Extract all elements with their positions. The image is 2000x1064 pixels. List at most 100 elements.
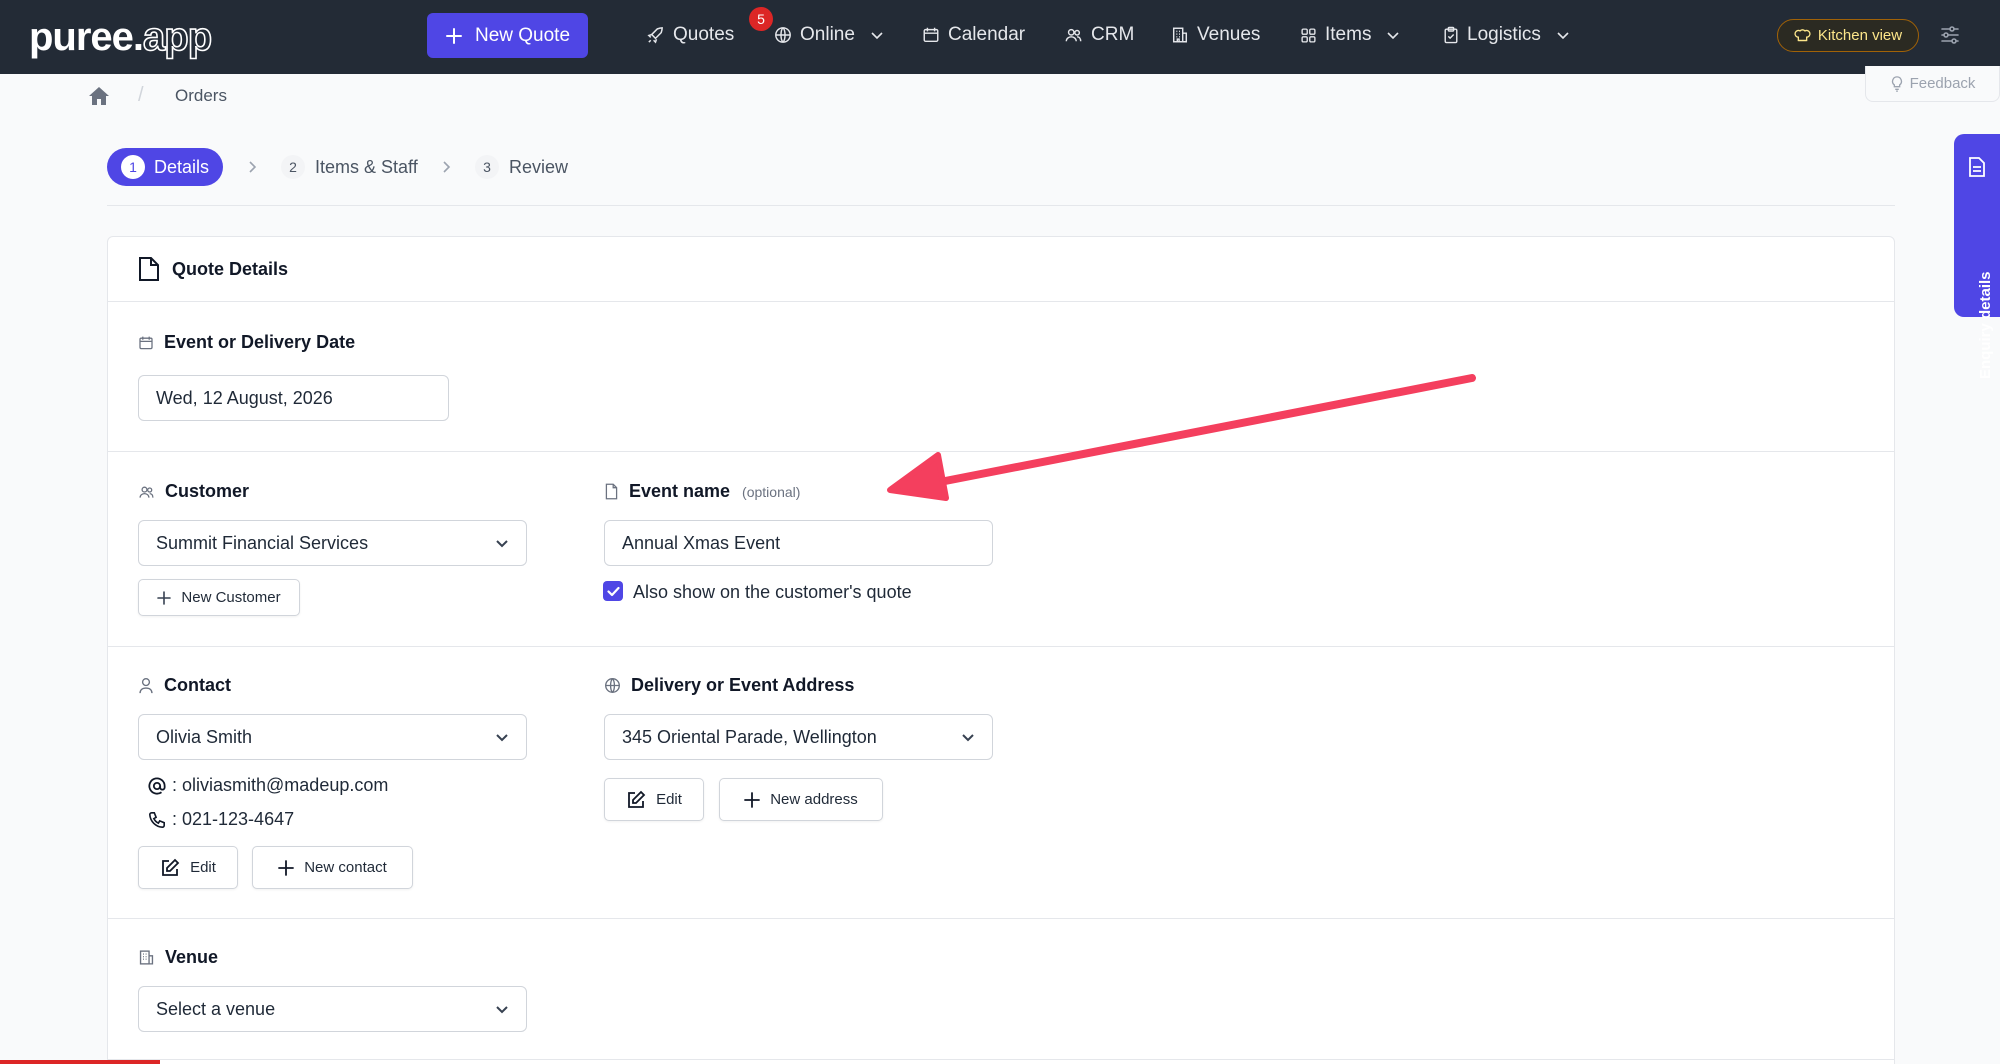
step-number: 1 [121,155,145,179]
new-address-label: New address [770,791,858,808]
chef-hat-icon [1794,29,1811,42]
contact-phone: : 021-123-4647 [148,809,294,830]
building-icon [1172,27,1188,43]
nav-items[interactable]: Items [1300,22,1401,48]
customer-label: Customer [138,481,249,502]
nav-online-label: Online [800,24,855,45]
edit-contact-label: Edit [190,859,216,876]
enquiry-details-tab[interactable]: Enquiry details [1954,134,2000,379]
address-value: 345 Oriental Parade, Wellington [622,726,877,747]
at-sign-icon [148,777,166,795]
document-icon [139,257,159,281]
feedback-button[interactable]: Feedback [1865,66,2000,102]
nav-logistics[interactable]: Logistics [1443,22,1571,48]
plus-icon [744,791,761,808]
nav-calendar[interactable]: Calendar [922,22,1025,48]
checkmark-icon [606,586,620,596]
event-name-label: Event name (optional) [604,481,800,502]
new-quote-button[interactable]: New Quote [427,13,588,58]
file-icon [605,483,618,500]
nav-crm[interactable]: CRM [1064,22,1134,48]
breadcrumb-orders[interactable]: Orders [175,86,227,106]
plus-icon [157,590,172,605]
user-icon [139,678,153,694]
contact-email-text: : oliviasmith@madeup.com [172,775,389,795]
venue-select[interactable]: Select a venue [138,986,527,1032]
annotation-arrow [887,374,1476,501]
step-label: Items & Staff [315,156,418,177]
progress-indicator-line [0,1060,160,1064]
step-label: Review [509,156,569,177]
home-icon[interactable] [88,86,110,106]
new-contact-button[interactable]: New contact [252,846,413,889]
nav-online[interactable]: Online [774,22,885,48]
show-on-quote-label[interactable]: Also show on the customer's quote [633,582,912,603]
show-on-quote-checkbox[interactable] [603,581,623,601]
event-date-input[interactable]: Wed, 12 August, 2026 [138,375,449,421]
breadcrumb-separator: / [138,84,144,106]
section-divider [108,918,1894,919]
settings-sliders-icon[interactable] [1939,24,1961,46]
card-title: Quote Details [172,258,289,279]
chevron-down-icon [962,734,974,742]
edit-icon [162,858,180,876]
new-contact-label: New contact [304,859,387,876]
plus-icon [445,27,462,44]
grid-icon [1301,27,1316,43]
venue-label: Venue [138,947,218,968]
venue-placeholder: Select a venue [156,998,276,1019]
top-navigation-bar: puree.app New Quote Quotes 5 Online Cale… [0,0,2000,74]
users-icon [139,486,154,498]
event-name-input[interactable]: Annual Xmas Event [604,520,993,566]
calendar-icon [139,336,153,349]
edit-address-label: Edit [656,791,682,808]
nav-quotes[interactable]: Quotes [646,22,734,48]
customer-select[interactable]: Summit Financial Services [138,520,527,566]
address-label: Delivery or Event Address [604,675,854,696]
contact-value: Olivia Smith [156,726,253,747]
address-select[interactable]: 345 Oriental Parade, Wellington [604,714,993,760]
new-customer-label: New Customer [181,589,281,606]
edit-address-button[interactable]: Edit [604,778,704,821]
card-header: Quote Details [108,237,1894,302]
new-address-button[interactable]: New address [719,778,883,821]
globe-icon [775,27,791,43]
chevron-down-icon [1557,32,1569,40]
edit-icon [628,790,646,808]
step-number: 3 [475,155,499,179]
step-items-staff[interactable]: 2 Items & Staff [281,155,418,179]
puree-logo[interactable]: puree.app [29,13,213,61]
step-label: Details [154,156,210,177]
nav-calendar-label: Calendar [948,24,1026,45]
calendar-icon [923,27,939,43]
new-quote-label: New Quote [474,24,571,46]
document-icon [1969,157,1985,177]
globe-icon [605,678,620,693]
rocket-icon [647,26,663,44]
contact-email: : oliviasmith@madeup.com [148,775,388,796]
kitchen-view-label: Kitchen view [1817,27,1903,44]
section-divider [108,646,1894,647]
optional-hint: (optional) [742,483,801,500]
chevron-right-icon [249,161,257,173]
nav-items-label: Items [1325,24,1372,45]
contact-label: Contact [138,675,231,696]
customer-value: Summit Financial Services [156,532,369,553]
chevron-right-icon [443,161,451,173]
contact-select[interactable]: Olivia Smith [138,714,527,760]
nav-venues[interactable]: Venues [1171,22,1260,48]
edit-contact-button[interactable]: Edit [138,846,238,889]
kitchen-view-button[interactable]: Kitchen view [1777,19,1919,52]
nav-venues-label: Venues [1197,24,1261,45]
nav-crm-label: CRM [1091,24,1135,45]
step-review[interactable]: 3 Review [475,155,568,179]
step-number: 2 [281,155,305,179]
step-details[interactable]: 1 Details [107,148,223,186]
nav-quotes-label: Quotes [673,24,735,45]
nav-logistics-label: Logistics [1467,24,1541,45]
new-customer-button[interactable]: New Customer [138,579,300,616]
section-divider [108,1059,1894,1060]
lightbulb-icon [1891,75,1902,92]
chevron-down-icon [871,32,883,40]
quote-details-card: Quote Details Event or Delivery Date Wed… [107,236,1895,1064]
